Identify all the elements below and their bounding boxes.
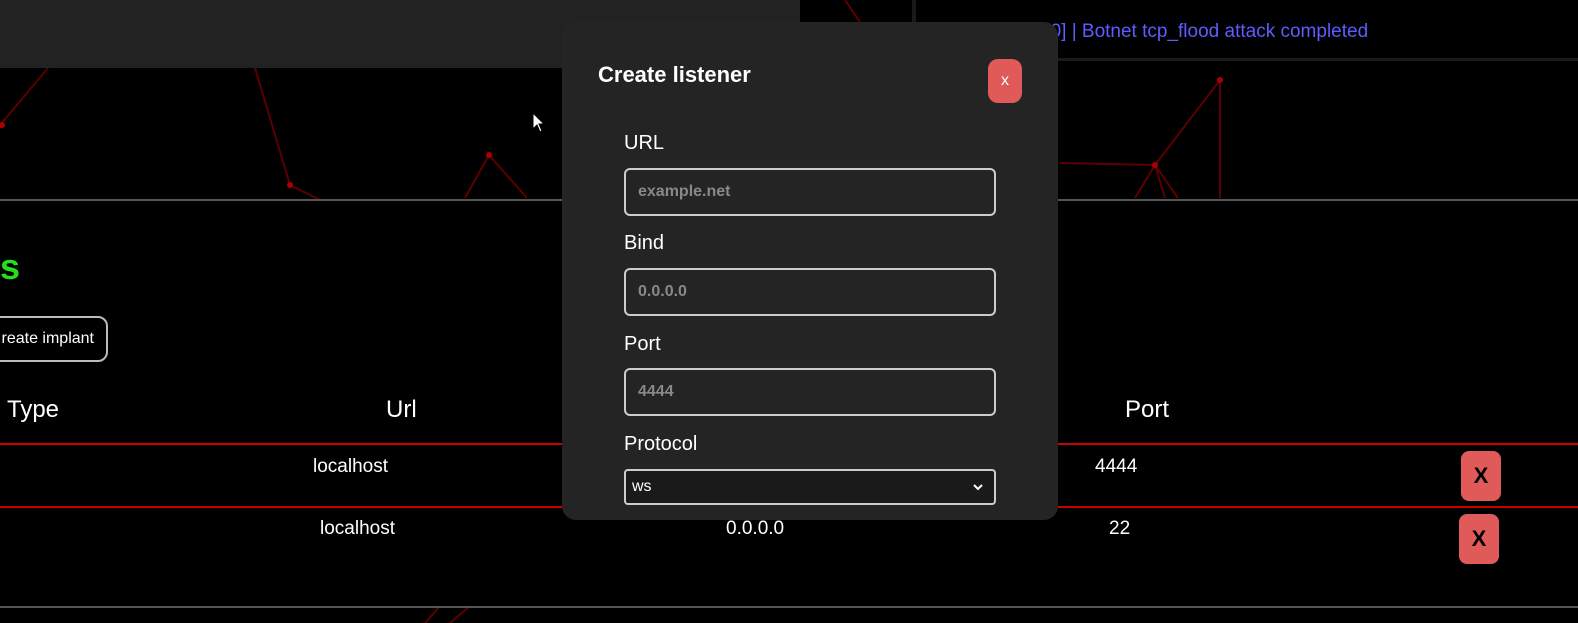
row-bind: 0.0.0.0 [726,518,785,539]
bind-input[interactable] [624,268,996,316]
column-header-url: Url [386,396,417,423]
column-header-type: Type [7,396,60,423]
chevron-down-icon [973,484,983,491]
bind-label: Bind [624,232,665,254]
create-implant-button[interactable]: reate implant [0,316,108,362]
port-input[interactable] [624,368,996,416]
log-message-link[interactable]: 20] | Botnet tcp_flood attack completed [1040,21,1368,43]
row-port: 4444 [1095,456,1138,477]
row-url: localhost [320,518,395,539]
section-title: s [0,246,21,287]
divider [0,606,1578,608]
protocol-label: Protocol [624,433,698,455]
url-input[interactable] [624,168,996,216]
row-url: localhost [313,456,388,477]
port-label: Port [624,333,661,355]
create-listener-modal: Create listener x URL Bind Port Protocol… [562,22,1058,520]
url-label: URL [624,132,665,154]
row-port: 22 [1109,518,1131,539]
protocol-selected-value: ws [632,478,652,495]
column-header-port: Port [1125,396,1170,423]
modal-title: Create listener [598,62,751,87]
delete-listener-button[interactable]: X [1459,514,1499,564]
delete-listener-button[interactable]: X [1461,451,1501,501]
close-modal-button[interactable]: x [988,59,1022,103]
protocol-select[interactable]: ws [624,469,996,505]
mouse-cursor-icon [532,112,546,133]
